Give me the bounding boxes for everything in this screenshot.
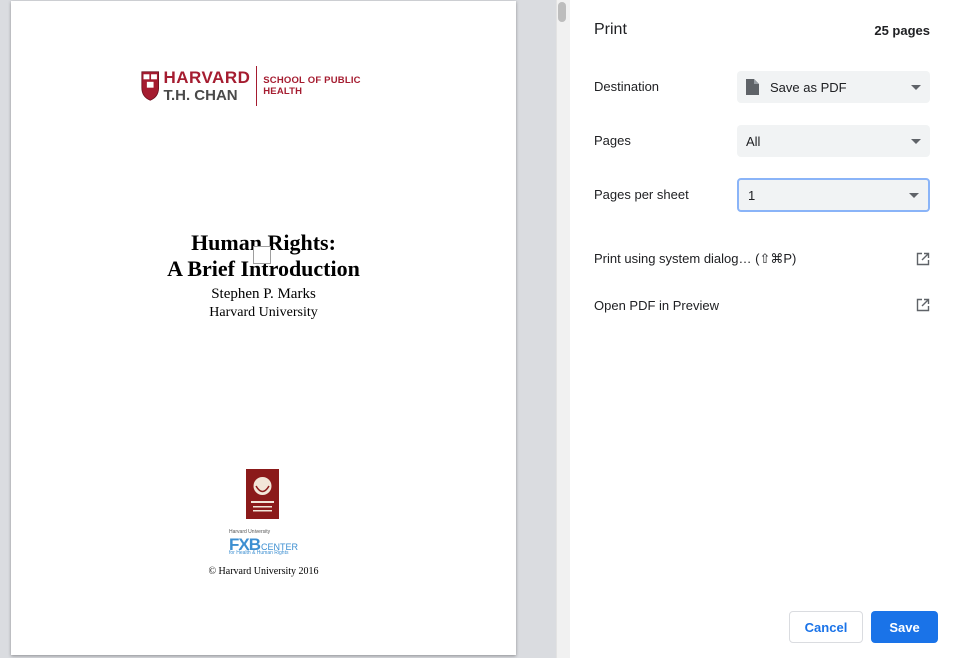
save-button[interactable]: Save [871, 611, 938, 643]
open-pdf-preview-link[interactable]: Open PDF in Preview [594, 293, 930, 317]
document-icon [746, 79, 759, 95]
open-external-icon [916, 298, 930, 312]
fxb-tagline: for Health & Human Rights [229, 550, 289, 556]
panel-title: Print [594, 21, 627, 38]
pages-per-sheet-value: 1 [748, 187, 756, 203]
open-external-icon [916, 252, 930, 266]
page-count: 25 pages [874, 23, 930, 38]
destination-value: Save as PDF [770, 79, 847, 95]
mouse-cursor-box [253, 246, 271, 264]
cancel-button[interactable]: Cancel [789, 611, 863, 643]
harvard-shield-icon [141, 71, 160, 101]
print-system-dialog-label: Print using system dialog… (⇧⌘P) [594, 251, 797, 266]
print-preview-area: HARVARD T.H. CHAN SCHOOL OF PUBLIC HEALT… [0, 0, 556, 658]
pages-per-sheet-select[interactable]: 1 [737, 178, 930, 212]
document-affiliation: Harvard University [209, 305, 318, 320]
destination-select[interactable]: Save as PDF [737, 71, 930, 103]
logo-chan-text: T.H. CHAN [163, 87, 238, 104]
pages-value: All [746, 133, 761, 149]
destination-label: Destination [594, 79, 660, 94]
harvard-chan-logo: HARVARD T.H. CHAN SCHOOL OF PUBLIC HEALT… [141, 63, 380, 109]
logo-school-text: SCHOOL OF PUBLIC HEALTH [263, 75, 361, 97]
logo-harvard-text: HARVARD [163, 68, 251, 87]
document-copyright: © Harvard University 2016 [208, 566, 319, 577]
chevron-down-icon [909, 192, 919, 198]
logo-divider [256, 66, 258, 106]
preview-scrollbar-thumb[interactable] [558, 2, 566, 22]
pages-label: Pages [594, 133, 631, 148]
human-rights-program-emblem [246, 469, 279, 519]
print-system-dialog-link[interactable]: Print using system dialog… (⇧⌘P) [594, 247, 930, 271]
open-pdf-preview-label: Open PDF in Preview [594, 297, 719, 313]
preview-page: HARVARD T.H. CHAN SCHOOL OF PUBLIC HEALT… [11, 1, 516, 655]
pages-select[interactable]: All [737, 125, 930, 157]
preview-scrollbar-track[interactable] [556, 0, 570, 658]
pages-per-sheet-label: Pages per sheet [594, 187, 689, 202]
chevron-down-icon [911, 84, 921, 90]
chevron-down-icon [911, 138, 921, 144]
document-author: Stephen P. Marks [211, 286, 316, 302]
print-settings-panel: Print 25 pages Destination Save as PDF P… [570, 0, 954, 658]
